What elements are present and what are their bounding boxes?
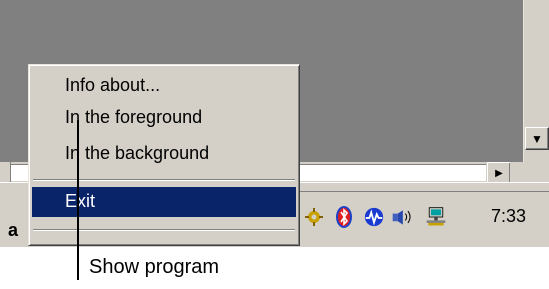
menu-item-info-about[interactable]: Info about... bbox=[32, 71, 296, 101]
menu-item-label: In the foreground bbox=[65, 107, 203, 127]
menu-item-in-background[interactable]: In the background bbox=[32, 139, 296, 169]
speaker-icon[interactable] bbox=[391, 206, 413, 228]
gear-tray-icon[interactable] bbox=[303, 206, 325, 228]
menu-separator bbox=[33, 179, 295, 181]
context-menu: Info about... In the foreground In the b… bbox=[28, 64, 300, 246]
menu-item-exit[interactable]: Exit bbox=[32, 187, 296, 217]
menu-item-label: Info about... bbox=[65, 75, 161, 95]
scroll-right-arrow-icon: ▶ bbox=[495, 167, 503, 179]
callout-pointer-line bbox=[77, 120, 79, 280]
wave-monitor-icon[interactable] bbox=[363, 206, 385, 228]
scrollbar-corner bbox=[510, 162, 549, 182]
callout-caption: Show program bbox=[89, 256, 220, 278]
menu-item-in-foreground[interactable]: In the foreground bbox=[32, 103, 296, 133]
scroll-down-arrow-icon: ▼ bbox=[531, 131, 543, 146]
bluetooth-icon[interactable] bbox=[333, 206, 355, 228]
menu-item-label: In the background bbox=[65, 143, 210, 163]
taskbar-button-label[interactable]: a bbox=[8, 220, 18, 241]
network-icon[interactable] bbox=[425, 206, 447, 228]
vertical-scrollbar[interactable]: ▼ bbox=[523, 0, 549, 162]
menu-separator bbox=[33, 229, 295, 231]
clock[interactable]: 7:33 bbox=[491, 206, 526, 227]
screen: ▼ ▶ a 7:33 Info about... In the foregrou… bbox=[0, 0, 549, 247]
menu-item-label: Exit bbox=[65, 191, 96, 211]
scroll-down-button[interactable]: ▼ bbox=[525, 127, 549, 150]
system-tray: 7:33 bbox=[296, 191, 549, 239]
